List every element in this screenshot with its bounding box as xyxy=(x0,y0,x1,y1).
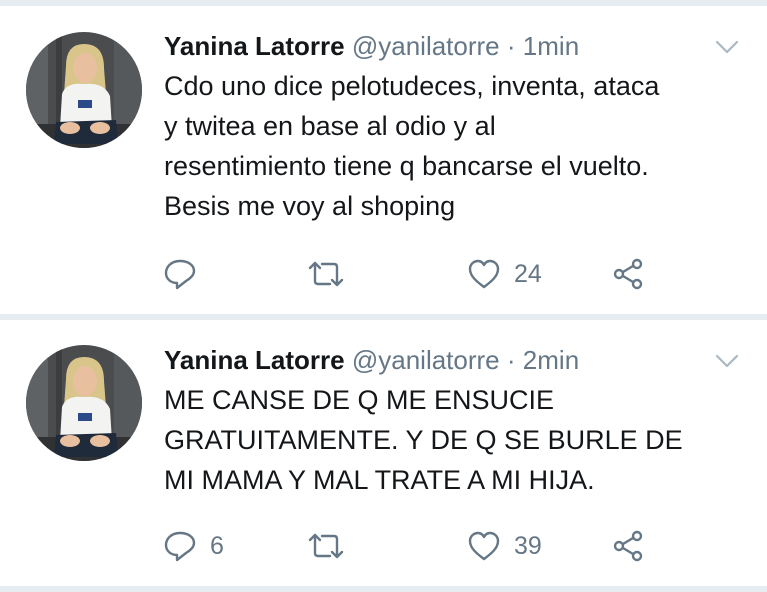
chevron-down-icon[interactable] xyxy=(713,350,741,372)
retweet-button[interactable] xyxy=(306,254,358,294)
tweet-card[interactable]: Yanina Latorre @yanilatorre · 1min Cdo u… xyxy=(0,6,767,314)
share-button[interactable] xyxy=(610,254,646,294)
tweet-card[interactable]: Yanina Latorre @yanilatorre · 2min ME CA… xyxy=(0,320,767,586)
tweet-header: Yanina Latorre @yanilatorre · 1min xyxy=(164,30,579,62)
share-icon xyxy=(610,257,646,291)
chevron-down-icon[interactable] xyxy=(713,36,741,58)
tweet-actions: 24 xyxy=(0,254,767,294)
reply-button[interactable]: 6 xyxy=(162,526,224,566)
author-name[interactable]: Yanina Latorre xyxy=(164,31,345,61)
author-handle[interactable]: @yanilatorre xyxy=(352,345,500,375)
tweet-text: Cdo uno dice pelotudeces, inventa, ataca… xyxy=(164,66,754,226)
tweet-text-line: Cdo uno dice pelotudeces, inventa, ataca xyxy=(164,71,660,101)
time-separator: · xyxy=(506,345,516,375)
tweet-time[interactable]: 1min xyxy=(523,31,579,61)
avatar[interactable] xyxy=(26,32,142,148)
tweet-time[interactable]: 2min xyxy=(523,345,579,375)
heart-icon xyxy=(466,257,502,291)
tweet-header: Yanina Latorre @yanilatorre · 2min xyxy=(164,344,579,376)
tweet-actions: 6 39 xyxy=(0,526,767,566)
tweet-text-line: Besis me voy al shoping xyxy=(164,191,456,221)
reply-icon xyxy=(162,257,198,291)
share-button[interactable] xyxy=(610,526,646,566)
reply-button[interactable] xyxy=(162,254,210,294)
author-name[interactable]: Yanina Latorre xyxy=(164,345,345,375)
share-icon xyxy=(610,529,646,563)
tweet-text-line: ME CANSE DE Q ME ENSUCIE xyxy=(164,385,555,415)
tweet-text-line: resentimiento tiene q bancarse el vuelto… xyxy=(164,151,649,181)
tweet-text-line: y twitea en base al odio y al xyxy=(164,111,496,141)
tweet-text: ME CANSE DE Q ME ENSUCIE GRATUITAMENTE. … xyxy=(164,380,754,500)
tweet-text-line: GRATUITAMENTE. Y DE Q SE BURLE DE xyxy=(164,425,683,455)
like-button[interactable]: 24 xyxy=(466,254,542,294)
like-count: 24 xyxy=(514,259,542,288)
like-count: 39 xyxy=(514,531,542,560)
time-separator: · xyxy=(506,31,516,61)
like-button[interactable]: 39 xyxy=(466,526,542,566)
reply-icon xyxy=(162,529,198,563)
retweet-icon xyxy=(306,529,346,563)
tweet-text-line: MI MAMA Y MAL TRATE A MI HIJA. xyxy=(164,465,595,495)
avatar[interactable] xyxy=(26,345,142,461)
retweet-icon xyxy=(306,257,346,291)
retweet-button[interactable] xyxy=(306,526,358,566)
reply-count: 6 xyxy=(210,531,224,560)
heart-icon xyxy=(466,529,502,563)
author-handle[interactable]: @yanilatorre xyxy=(352,31,500,61)
